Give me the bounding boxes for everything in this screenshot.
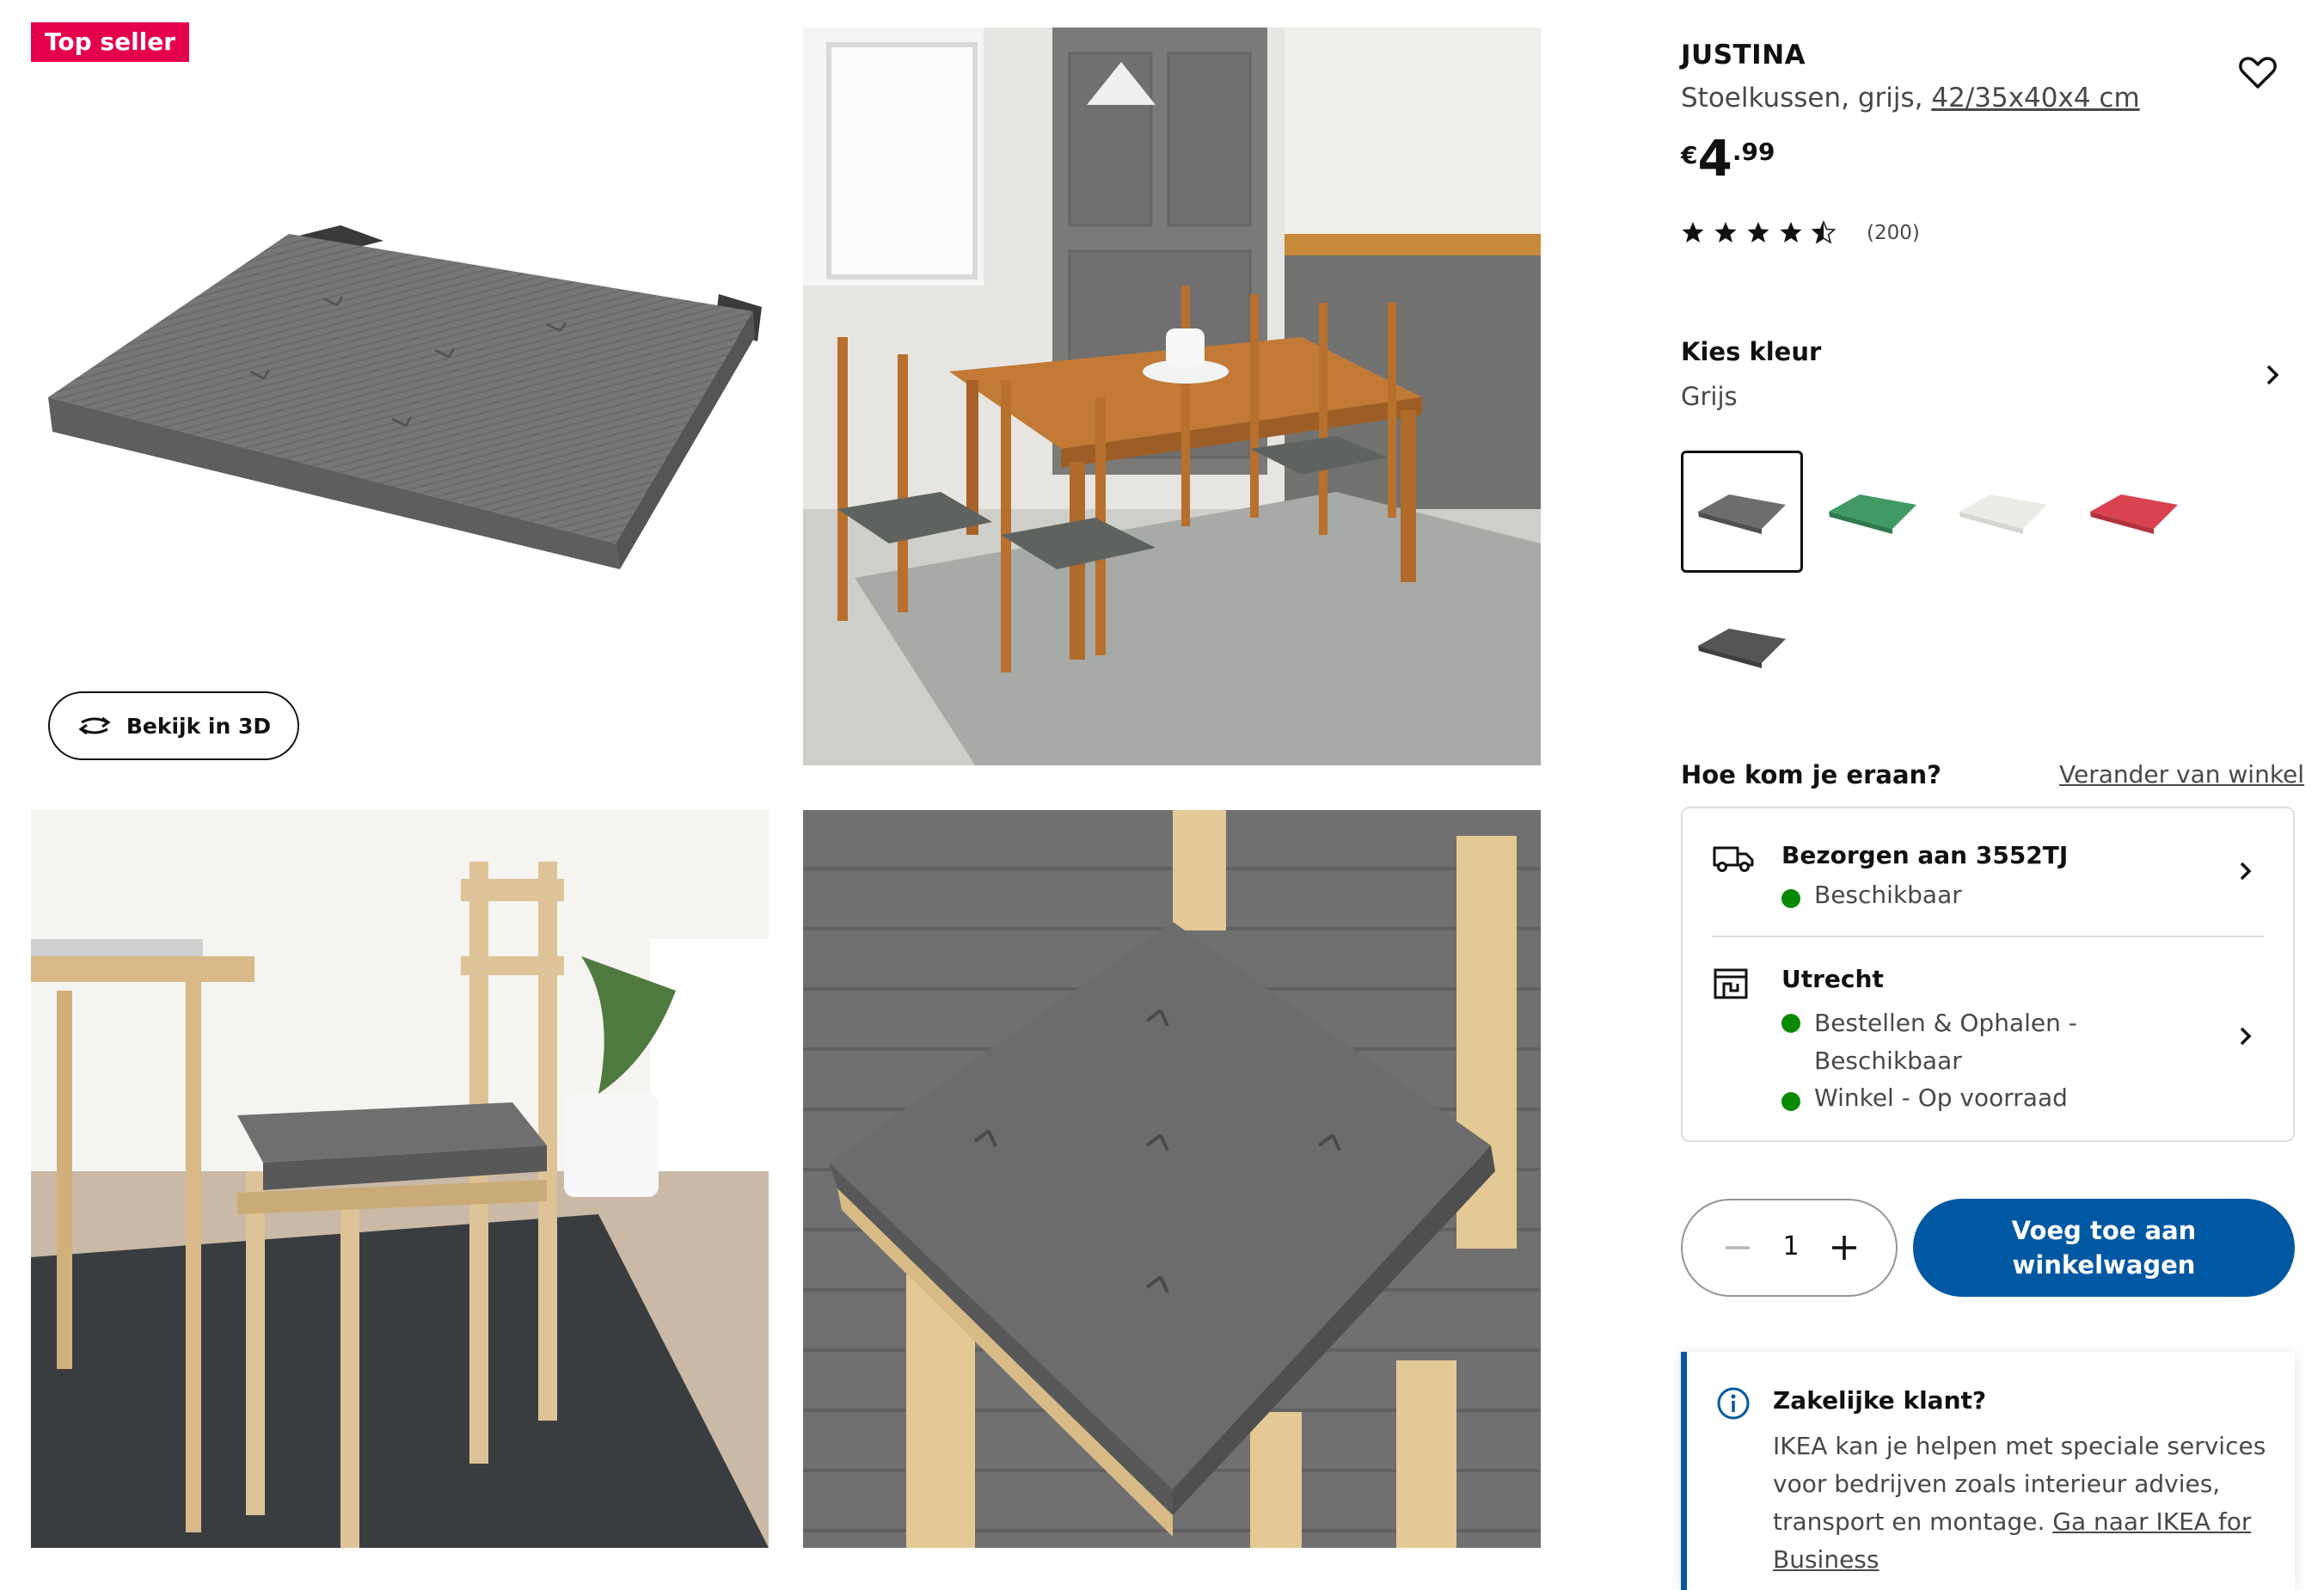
store-status-pickup-text: Bestellen & Ophalen - Beschikbaar [1814,1009,2077,1075]
business-text: IKEA kan je helpen met speciale services… [1773,1427,2289,1579]
rating-count: (200) [1867,222,1920,244]
color-swatch-wit[interactable] [1942,451,2064,573]
color-swatch-groen[interactable] [1812,451,1934,573]
swatch-cushion-groen [1829,494,1916,534]
store-status-pickup: Bestellen & Ophalen - Beschikbaar [1781,1004,2125,1080]
store-icon [1714,968,1748,999]
color-swatch-grijs[interactable] [1681,451,1803,573]
view-in-3d-label: Bekijk in 3D [126,713,272,739]
truck-icon [1713,846,1754,872]
cushion-cutout-image [48,225,762,569]
chevron-right-icon [2240,862,2252,881]
business-title: Zakelijke klant? [1773,1386,1987,1415]
chevron-right-icon[interactable] [2260,359,2285,390]
price-integer: 4 [1697,129,1732,187]
business-info-box: Zakelijke klant? IKEA kan je helpen met … [1681,1352,2295,1590]
store-status-stock: Winkel - Op voorraad [1781,1084,2068,1112]
color-swatch-donkergrijs[interactable] [1681,585,1803,707]
delivery-option[interactable]: Bezorgen aan 3552TJ Beschikbaar [1683,808,2293,936]
product-image-main[interactable] [31,28,769,765]
add-to-cart-button[interactable]: Voeg toe aan winkelwagen [1913,1199,2295,1297]
color-section-title: Kies kleur [1681,337,1822,366]
delivery-status: Beschikbaar [1781,881,1962,909]
price-currency: € [1681,141,1698,169]
availability-title: Hoe kom je eraan? [1681,760,1941,789]
available-dot [1781,1092,1800,1111]
store-title: Utrecht [1781,965,1884,993]
product-description: Stoelkussen, grijs, 42/35x40x4 cm [1681,83,2140,114]
price-decimals: .99 [1732,138,1775,166]
color-swatch-rood[interactable] [2073,451,2195,573]
chair-room-photo [31,810,769,1548]
heart-icon[interactable] [2235,50,2280,95]
product-image-closeup[interactable] [803,810,1541,1548]
delivery-status-text: Beschikbaar [1814,881,1962,909]
dining-room-photo [803,28,1541,765]
available-dot [1781,889,1800,908]
change-store-link[interactable]: Verander van winkel [2059,760,2304,789]
swatch-cushion-grijs [1698,494,1786,534]
info-icon [1717,1387,1750,1420]
delivery-title: Bezorgen aan 3552TJ [1781,841,2069,869]
product-type: Stoelkussen, grijs, [1681,83,1932,114]
product-dimensions-link[interactable]: 42/35x40x4 cm [1931,83,2139,114]
product-price: €4.99 [1681,129,1775,189]
store-status-stock-text: Winkel - Op voorraad [1814,1084,2068,1112]
top-seller-badge: Top seller [31,22,190,62]
chevron-right-icon [2240,1027,2252,1046]
cushion-closeup-photo [803,810,1541,1548]
swatch-cushion-wit [1959,494,2047,534]
product-rating[interactable]: (200) [1681,220,1920,246]
swatch-cushion-donkergrijs [1698,629,1786,668]
available-dot [1781,1014,1800,1033]
product-image-chair-side[interactable] [31,810,769,1548]
plus-icon[interactable] [1824,1226,1865,1269]
view-in-3d-button[interactable]: Bekijk in 3D [48,691,299,760]
product-name: JUSTINA [1681,40,1806,71]
quantity-value[interactable]: 1 [1774,1231,1808,1262]
quantity-stepper: 1 [1681,1199,1898,1297]
rotate-3d-icon [78,716,111,735]
star-rating-icon [1682,221,1836,243]
product-image-dining-room[interactable] [803,28,1541,765]
swatch-cushion-rood [2090,494,2178,534]
store-option[interactable]: Utrecht Bestellen & Ophalen - Beschikbaa… [1683,937,2293,1142]
availability-card: Bezorgen aan 3552TJ Beschikbaar Utrecht … [1681,807,2295,1142]
color-selected-value: Grijs [1681,382,1738,411]
minus-icon[interactable] [1717,1226,1758,1269]
add-to-cart-label: Voeg toe aan winkelwagen [2011,1216,2197,1280]
